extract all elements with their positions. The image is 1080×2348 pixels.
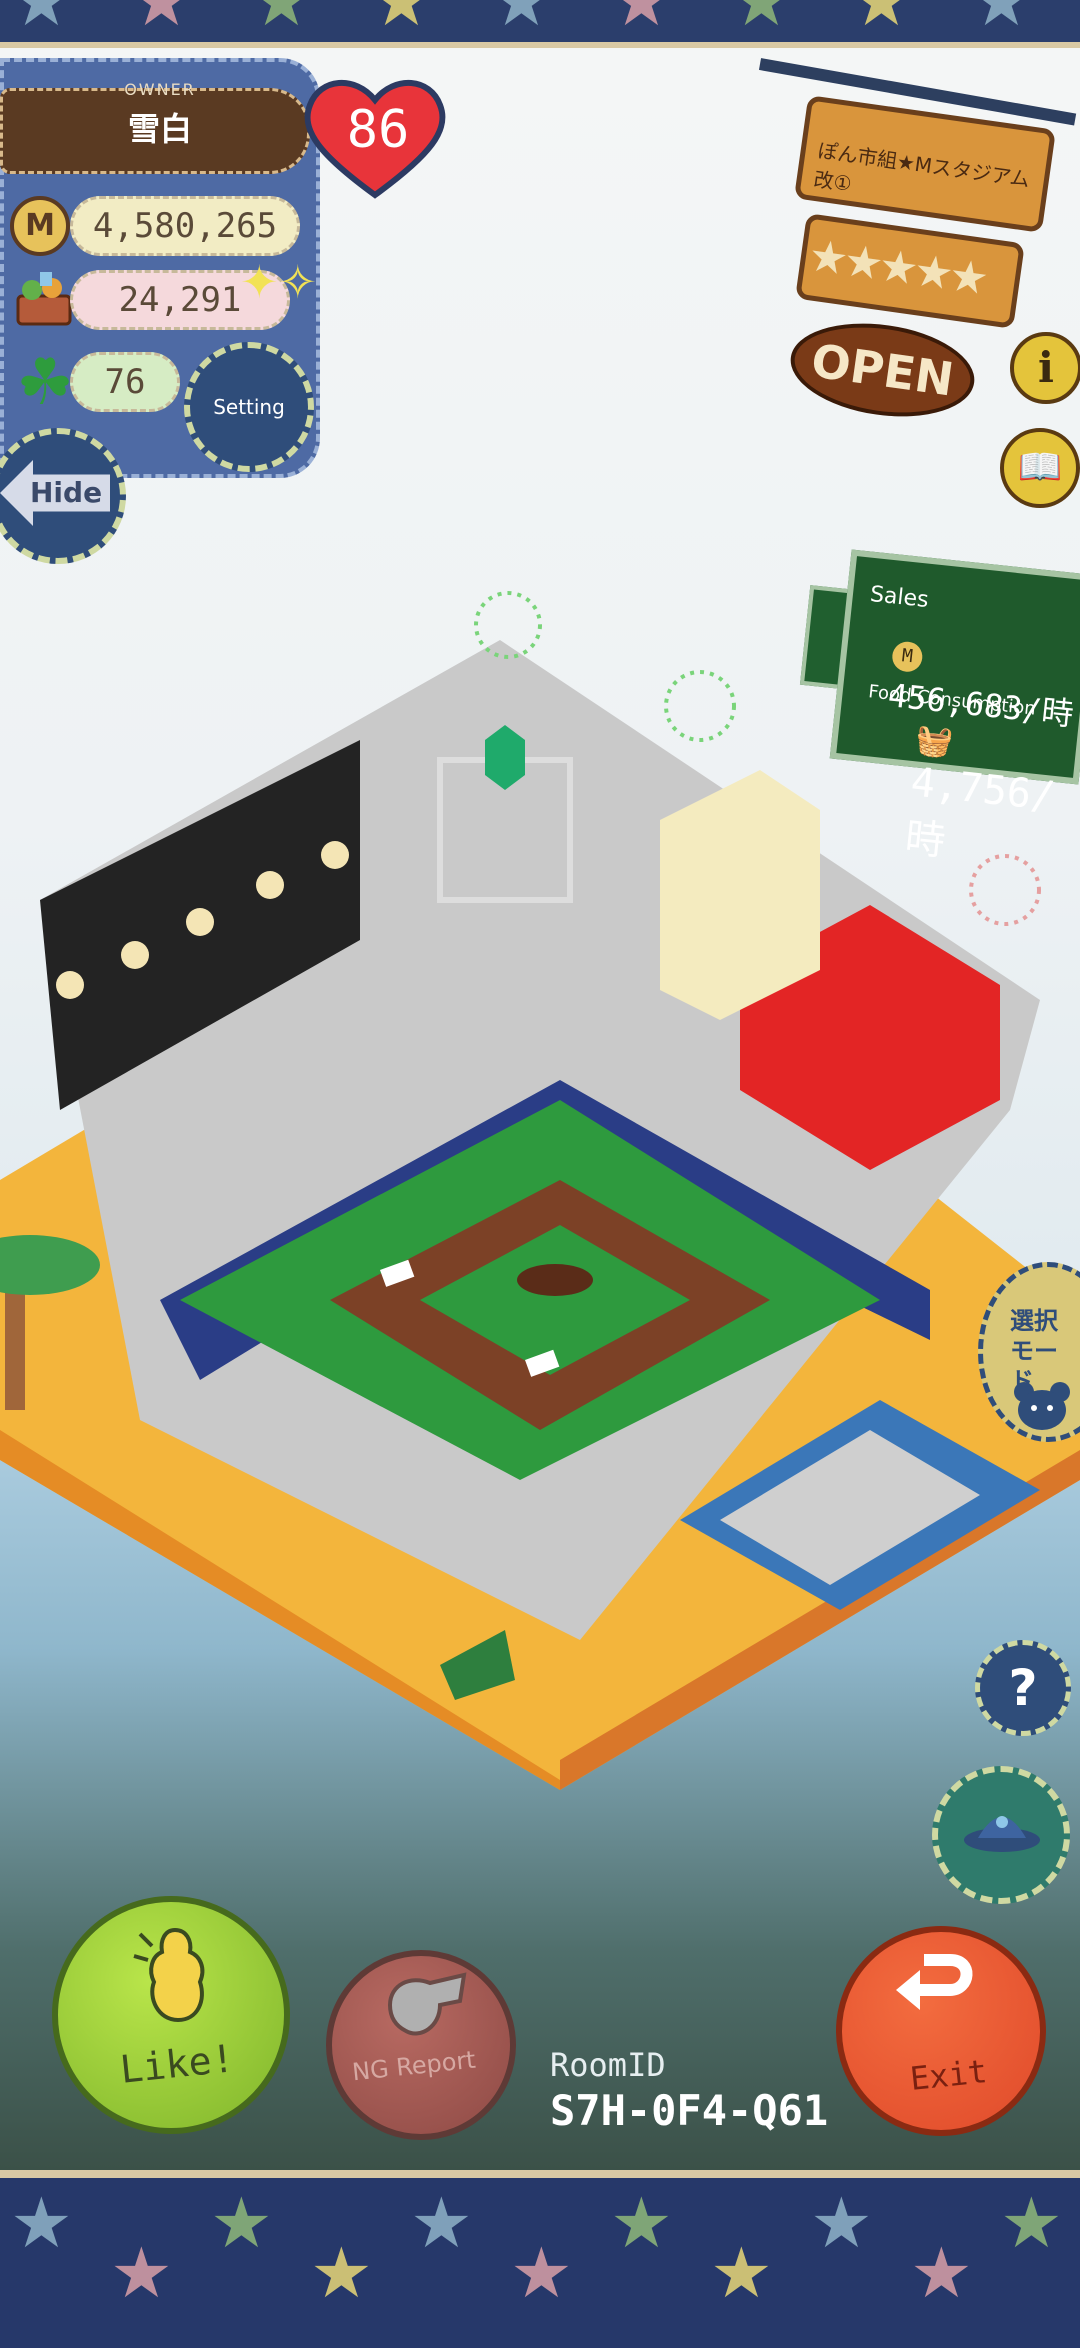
level-badge: 86 xyxy=(346,100,410,160)
owner-label: OWNER xyxy=(124,80,196,99)
info-button[interactable]: i xyxy=(1010,332,1080,404)
room-id-label: RoomID xyxy=(550,2046,666,2084)
room-id-value: S7H-0F4-Q61 xyxy=(550,2086,829,2135)
book-icon: 📖 xyxy=(1017,447,1063,488)
return-arrow-icon xyxy=(896,1954,973,2010)
hide-label: Hide xyxy=(30,476,103,509)
food-basket-icon: 🧺 xyxy=(913,722,955,762)
help-button[interactable]: ? xyxy=(975,1640,1071,1736)
coin-icon: M xyxy=(10,196,70,256)
sparkle-icon: ✦✧ xyxy=(240,255,318,309)
bear-icon xyxy=(1014,1382,1070,1430)
ufo-hat-icon xyxy=(964,1816,1040,1852)
clover-counter: 76 xyxy=(70,352,180,412)
coin-icon: M xyxy=(890,640,924,674)
bottom-star-border: ★ ★ ★ ★ ★ ★ ★ ★ ★ ★ ★ xyxy=(0,2170,1080,2348)
setting-label: Setting xyxy=(213,395,285,419)
top-star-border: ★ ★ ★ ★ ★ ★ ★ ★ ★ xyxy=(0,0,1080,48)
firework xyxy=(664,670,736,742)
hand-icon xyxy=(133,1927,205,2023)
book-button[interactable]: 📖 xyxy=(1000,428,1080,508)
food-consumption-value: 🧺 4,756/時 xyxy=(903,714,1080,881)
exit-label: Exit xyxy=(908,2052,989,2098)
food-basket-icon xyxy=(16,272,72,326)
money-counter: 4,580,265 xyxy=(70,196,300,256)
owner-name: 雪白 xyxy=(127,110,192,148)
food-consumption-amount: 4,756/時 xyxy=(902,759,1058,865)
whistle-icon xyxy=(387,1972,467,2036)
setting-button[interactable]: Setting xyxy=(184,342,314,472)
